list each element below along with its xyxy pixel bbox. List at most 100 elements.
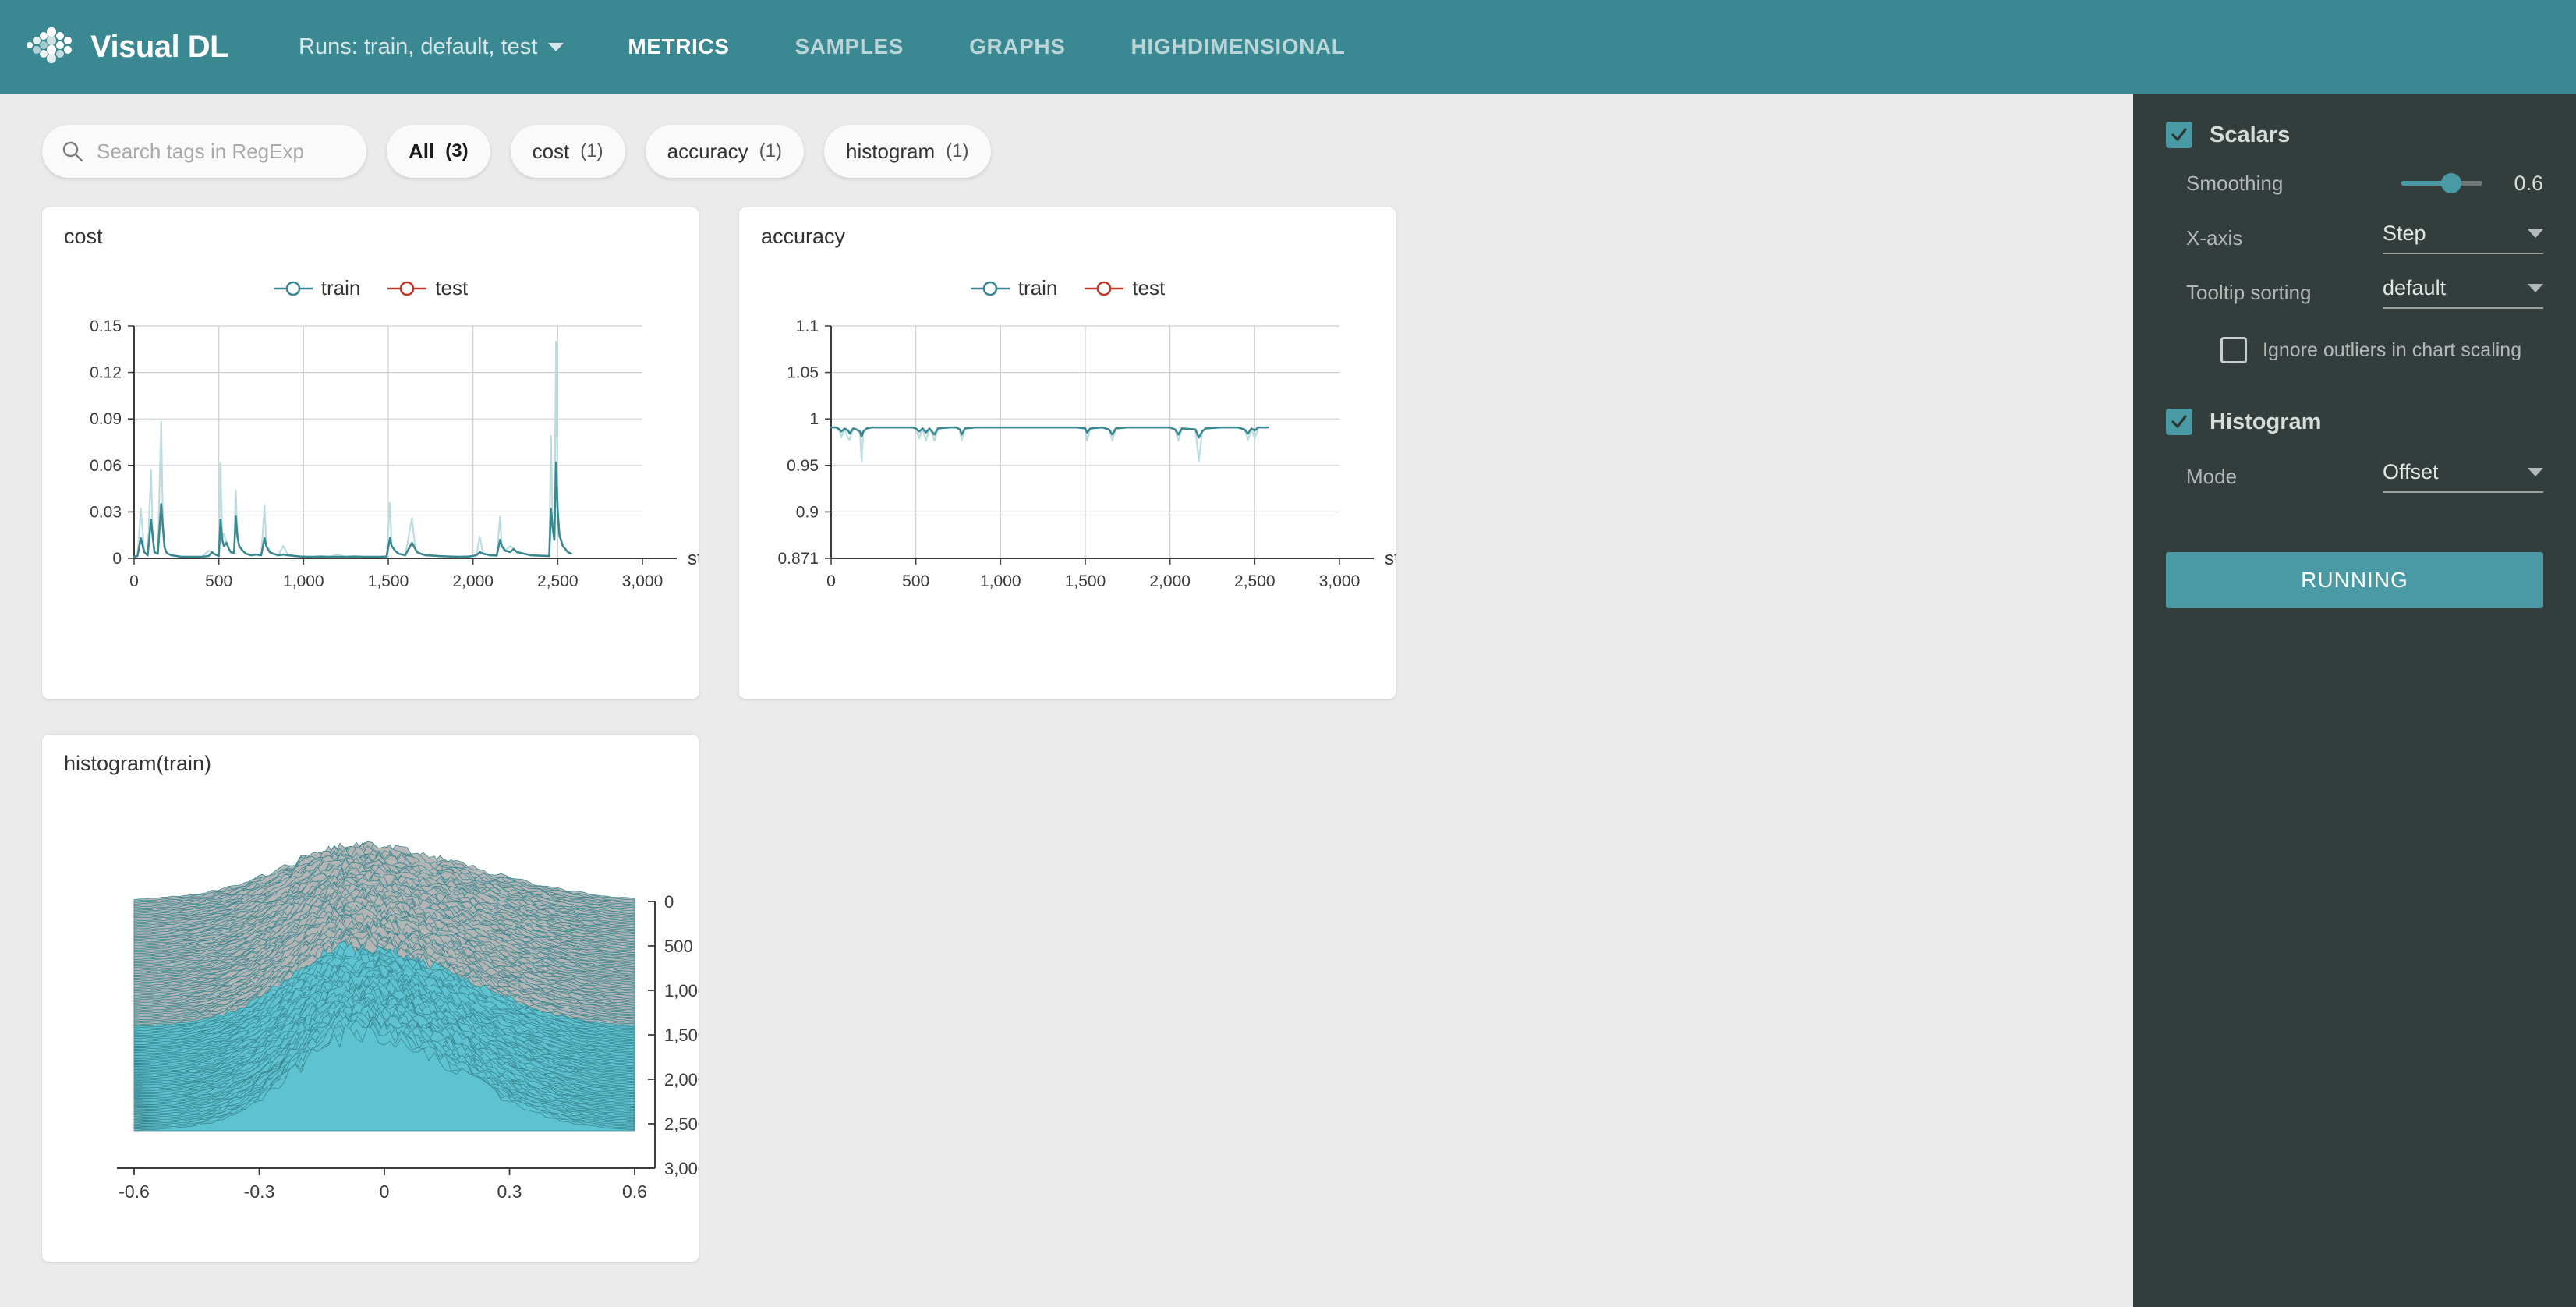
tag-chip-all[interactable]: All (3) (387, 125, 490, 178)
tag-chip-label: cost (532, 139, 570, 163)
app-header: Visual DL Runs: train, default, test MET… (0, 0, 2576, 94)
xaxis-select[interactable]: Step (2383, 221, 2543, 254)
chart-plot-accuracy[interactable]: 0.871 0.9 0.95 1 1.05 1.1 0 500 1,000 1,500 2,000 2… (739, 309, 1396, 683)
x-axis-label: step (688, 548, 699, 569)
axis-tick-label: 1 (809, 410, 819, 428)
smoothing-row: Smoothing 0.6 (2166, 156, 2543, 211)
chart-legend-cost: train test (42, 276, 699, 300)
axis-tick-label: 1,500 (368, 572, 409, 590)
slider-knob[interactable] (2441, 173, 2462, 193)
legend-item-train[interactable]: train (970, 276, 1058, 300)
smoothing-slider[interactable] (2401, 173, 2482, 193)
scalar-charts-row: cost train test 0 0.03 0.06 0.09 0.12 0.… (42, 207, 2133, 699)
runs-selector[interactable]: Runs: train, default, test (299, 34, 564, 60)
axis-tick-label: 2,500 (664, 1114, 699, 1134)
legend-label-test: test (435, 276, 469, 299)
runs-selector-label: Runs: train, default, test (299, 34, 538, 59)
main-content: Search tags in RegExp All (3) cost (1) accur… (0, 94, 2133, 1307)
axis-tick-label: 0 (664, 892, 674, 912)
histogram-section-title: Histogram (2210, 409, 2322, 434)
chevron-down-icon (548, 42, 564, 51)
tooltip-sorting-select[interactable]: default (2383, 276, 2543, 309)
axis-tick-label: 0 (826, 572, 836, 590)
histogram-ridges (133, 841, 635, 1132)
legend-marker-icon (1085, 281, 1124, 296)
axis-tick-label: 0 (129, 572, 139, 590)
axis-tick-label: 0.871 (777, 550, 819, 568)
axis-tick-label: 500 (664, 937, 693, 956)
tag-chip-count: (3) (445, 140, 469, 161)
chart-plot-cost[interactable]: 0 0.03 0.06 0.09 0.12 0.15 0 500 1,000 1,500 2,000… (42, 309, 699, 683)
axis-tick-label: 1,500 (1065, 572, 1106, 590)
histogram-mode-selected-value: Offset (2383, 460, 2439, 483)
histogram-checkbox[interactable] (2166, 409, 2192, 435)
running-status-button[interactable]: RUNNING (2166, 552, 2543, 608)
tag-chip-label: All (409, 139, 435, 163)
smoothing-label: Smoothing (2186, 171, 2284, 195)
ignore-outliers-row[interactable]: Ignore outliers in chart scaling (2166, 337, 2543, 363)
nav-tab-samples[interactable]: SAMPLES (795, 34, 904, 59)
axis-tick-label: 500 (902, 572, 929, 590)
nav-tab-highdimensional[interactable]: HIGHDIMENSIONAL (1131, 34, 1346, 59)
chart-title-accuracy: accuracy (761, 225, 846, 248)
axis-tick-label: 0.9 (796, 503, 819, 521)
tag-filter-chips: All (3) cost (1) accuracy (1) histogram (1) (387, 125, 991, 178)
tag-chip-histogram[interactable]: histogram (1) (824, 125, 991, 178)
smoothing-value: 0.6 (2514, 171, 2543, 195)
histogram-mode-label: Mode (2186, 464, 2238, 488)
chevron-down-icon (2528, 229, 2543, 238)
axis-tick-label: -0.6 (119, 1181, 150, 1202)
nav-tab-metrics[interactable]: METRICS (628, 34, 729, 59)
settings-sidebar: Scalars Smoothing 0.6 X-axis Step Toolti… (2133, 94, 2576, 1307)
check-icon (2171, 128, 2187, 141)
tag-chip-cost[interactable]: cost (1) (510, 125, 625, 178)
histogram-section-toggle[interactable]: Histogram (2166, 409, 2543, 435)
chevron-down-icon (2528, 284, 2543, 292)
legend-marker-icon (387, 281, 427, 296)
ignore-outliers-label: Ignore outliers in chart scaling (2263, 338, 2522, 361)
search-input[interactable]: Search tags in RegExp (42, 125, 366, 178)
axis-tick-label: 3,000 (622, 572, 663, 590)
tag-chip-count: (1) (946, 140, 969, 161)
axis-tick-label: 0.3 (497, 1181, 522, 1202)
axis-tick-label: 1.1 (796, 317, 819, 335)
nav-tab-graphs[interactable]: GRAPHS (969, 34, 1065, 59)
legend-item-test[interactable]: test (1084, 276, 1165, 300)
x-axis-label: step (1385, 548, 1396, 569)
chart-legend-accuracy: train test (739, 276, 1396, 300)
legend-item-train[interactable]: train (273, 276, 360, 300)
legend-item-test[interactable]: test (387, 276, 468, 300)
chart-card-accuracy: accuracy train test 0.871 0.9 0.95 1 1.0… (739, 207, 1396, 699)
scalars-section-title: Scalars (2210, 122, 2291, 147)
axis-tick-label: 0.95 (787, 457, 819, 475)
legend-label-train: train (1017, 276, 1058, 299)
brand-name: Visual DL (90, 29, 229, 64)
scalars-section-toggle[interactable]: Scalars (2166, 122, 2543, 148)
xaxis-row: X-axis Step (2166, 211, 2543, 265)
axis-tick-label: 0 (380, 1181, 390, 1202)
axis-tick-label: 2,000 (664, 1070, 699, 1089)
histogram-mode-select[interactable]: Offset (2383, 460, 2543, 493)
tag-chip-accuracy[interactable]: accuracy (1) (645, 125, 804, 178)
legend-marker-icon (273, 281, 313, 296)
axis-tick-label: 3,000 (664, 1159, 699, 1178)
axis-tick-label: 1,000 (283, 572, 324, 590)
main-nav: METRICS SAMPLES GRAPHS HIGHDIMENSIONAL (628, 34, 1410, 59)
tag-toolbar: Search tags in RegExp All (3) cost (1) accur… (42, 125, 2133, 178)
histogram-charts-row: histogram(train) 05001,0001,5002,0002,50… (42, 735, 2133, 1262)
axis-tick-label: 0.06 (90, 457, 122, 475)
visualdl-dots-logo-icon (26, 27, 76, 64)
axis-tick-label: 0.15 (90, 317, 122, 335)
axis-tick-label: 1,500 (664, 1025, 699, 1045)
tooltip-sorting-row: Tooltip sorting default (2166, 265, 2543, 320)
scalars-checkbox[interactable] (2166, 122, 2192, 148)
tag-chip-label: accuracy (667, 139, 748, 163)
axis-tick-label: 1,000 (664, 981, 699, 1001)
tooltip-sorting-label: Tooltip sorting (2186, 280, 2312, 304)
axis-tick-label: 3,000 (1319, 572, 1361, 590)
chart-card-histogram: histogram(train) 05001,0001,5002,0002,50… (42, 735, 699, 1262)
axis-tick-label: 0 (112, 550, 122, 568)
chart-plot-histogram[interactable]: 0 500 1,000 1,500 2,000 2,500 3,000 -0.6 -0.3 0 0.… (42, 770, 699, 1262)
ignore-outliers-checkbox[interactable] (2220, 337, 2247, 363)
check-icon (2171, 415, 2187, 428)
